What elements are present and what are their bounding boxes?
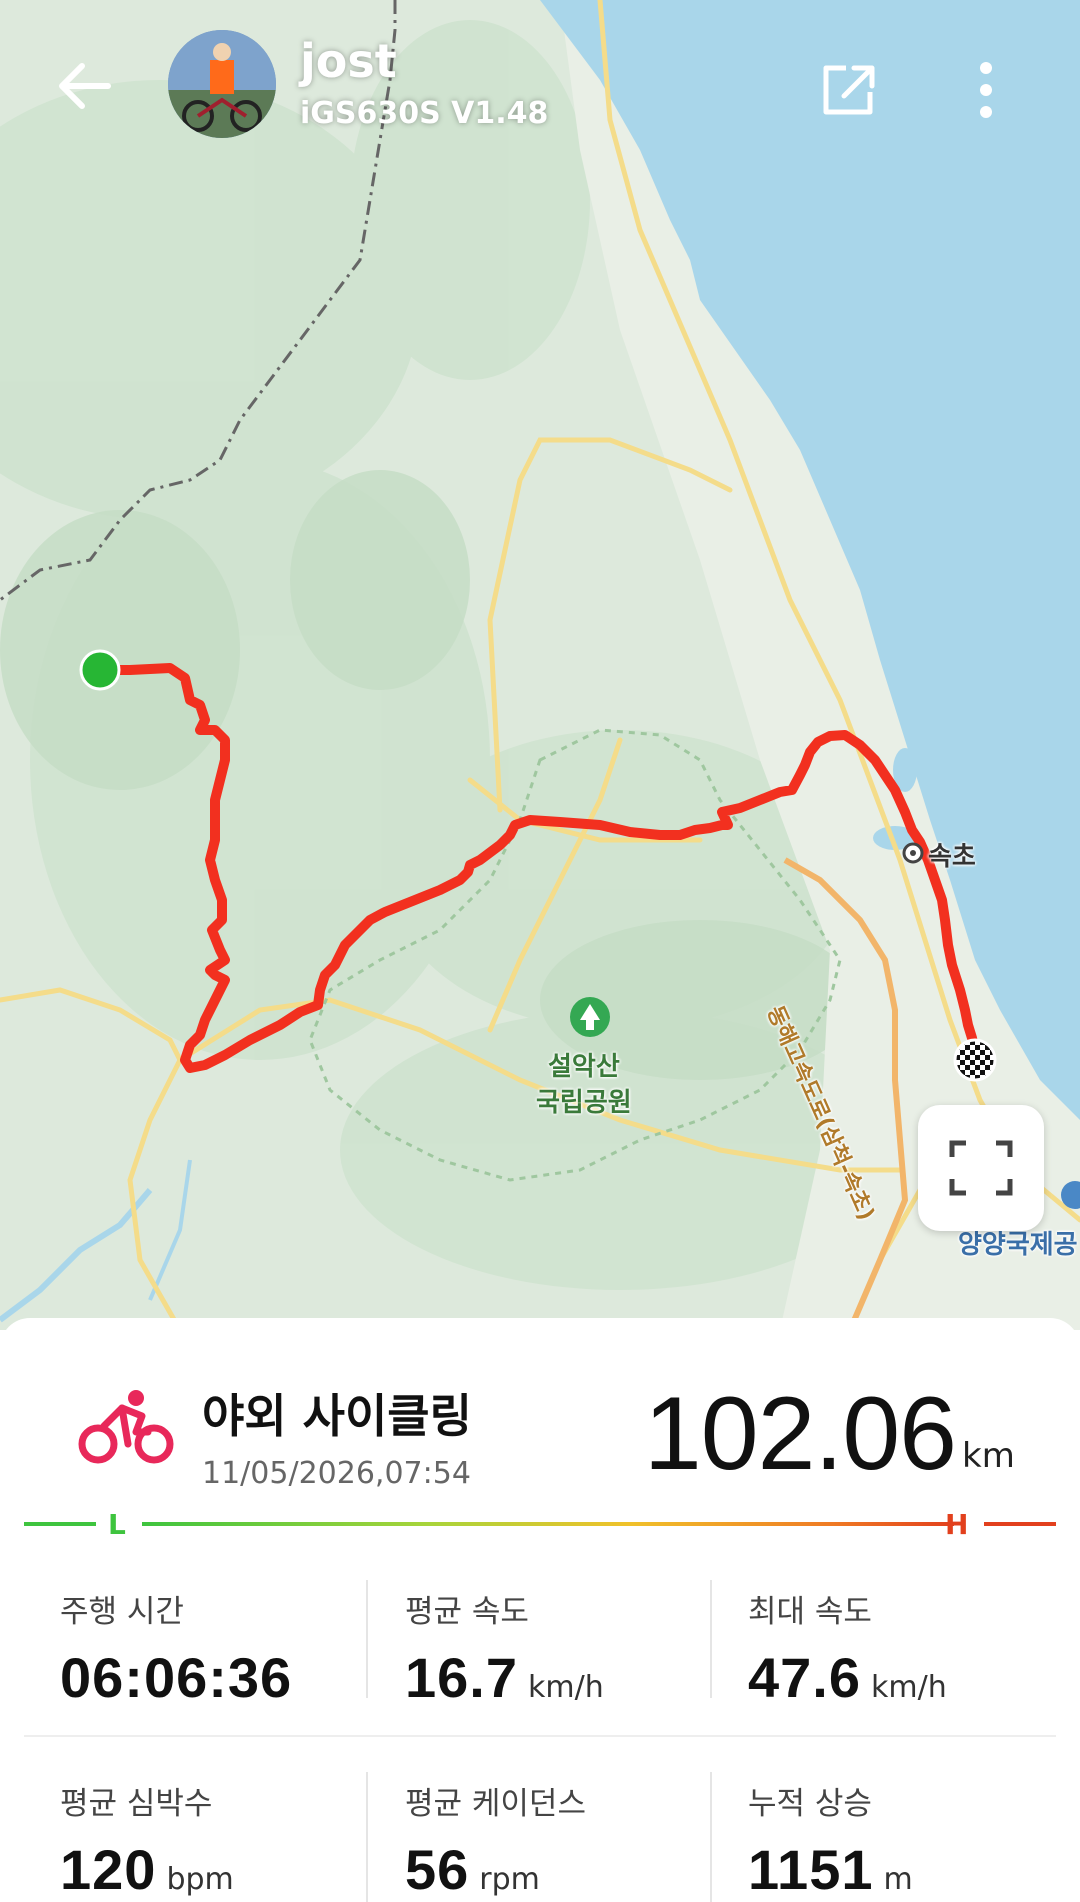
stat-value: 06:06:36 — [60, 1646, 293, 1709]
distance-unit: km — [962, 1436, 1015, 1476]
stat-label: 최대 속도 — [748, 1594, 872, 1630]
distance-value: 102.06 — [643, 1376, 957, 1492]
device-name: iGS630S V1.48 — [300, 96, 549, 131]
avatar[interactable] — [168, 30, 276, 138]
stat-value: 120 — [60, 1838, 157, 1901]
share-button[interactable] — [810, 50, 890, 130]
fullscreen-icon — [949, 1140, 1013, 1196]
stat-value: 16.7 — [405, 1646, 518, 1709]
map-label-park-line2: 국립공원 — [536, 1088, 632, 1118]
stat-max-speed: 최대 속도 47.6 km/h — [748, 1586, 1080, 1710]
stat-value: 56 — [405, 1838, 470, 1901]
activity-datetime: 11/05/2026,07:54 — [202, 1456, 471, 1491]
fullscreen-button[interactable] — [918, 1105, 1044, 1231]
stat-label: 평균 속도 — [405, 1594, 529, 1630]
stat-value: 1151 — [748, 1838, 874, 1901]
divider — [710, 1772, 712, 1902]
more-button[interactable] — [956, 50, 1016, 130]
stat-label: 평균 심박수 — [60, 1786, 213, 1822]
stat-unit: bpm — [166, 1862, 234, 1897]
map-label-city: 속초 — [928, 842, 976, 872]
intensity-low-label: L — [108, 1508, 126, 1541]
cycling-icon — [78, 1388, 174, 1468]
stat-avg-cadence: 평균 케이던스 56 rpm — [405, 1778, 745, 1902]
stat-label: 평균 케이던스 — [405, 1786, 586, 1822]
divider — [24, 1735, 1056, 1737]
stat-label: 누적 상승 — [748, 1786, 872, 1822]
stat-avg-speed: 평균 속도 16.7 km/h — [405, 1586, 745, 1710]
divider — [366, 1580, 368, 1698]
more-vertical-icon — [980, 62, 992, 118]
activity-type: 야외 사이클링 — [202, 1389, 472, 1443]
intensity-high-label: H — [945, 1508, 969, 1541]
share-external-icon — [823, 65, 875, 115]
stat-ride-time: 주행 시간 06:06:36 — [60, 1586, 400, 1710]
user-name: jost — [300, 34, 397, 88]
stat-unit: m — [883, 1862, 913, 1897]
divider — [710, 1580, 712, 1698]
finish-marker — [953, 1038, 997, 1082]
start-marker — [79, 649, 121, 691]
map-label-park-line1: 설악산 — [548, 1052, 620, 1082]
stat-avg-heart-rate: 평균 심박수 120 bpm — [60, 1778, 400, 1902]
stat-label: 주행 시간 — [60, 1594, 184, 1630]
avatar-photo — [168, 30, 276, 138]
stat-unit: km/h — [528, 1670, 604, 1705]
stat-unit: km/h — [871, 1670, 947, 1705]
arrow-left-icon — [59, 63, 111, 109]
back-button[interactable] — [48, 50, 120, 122]
stat-unit: rpm — [479, 1862, 540, 1897]
stat-total-ascent: 누적 상승 1151 m — [748, 1778, 1080, 1902]
intensity-gradient-bar — [24, 1522, 1056, 1526]
stat-value: 47.6 — [748, 1646, 861, 1709]
divider — [366, 1772, 368, 1902]
